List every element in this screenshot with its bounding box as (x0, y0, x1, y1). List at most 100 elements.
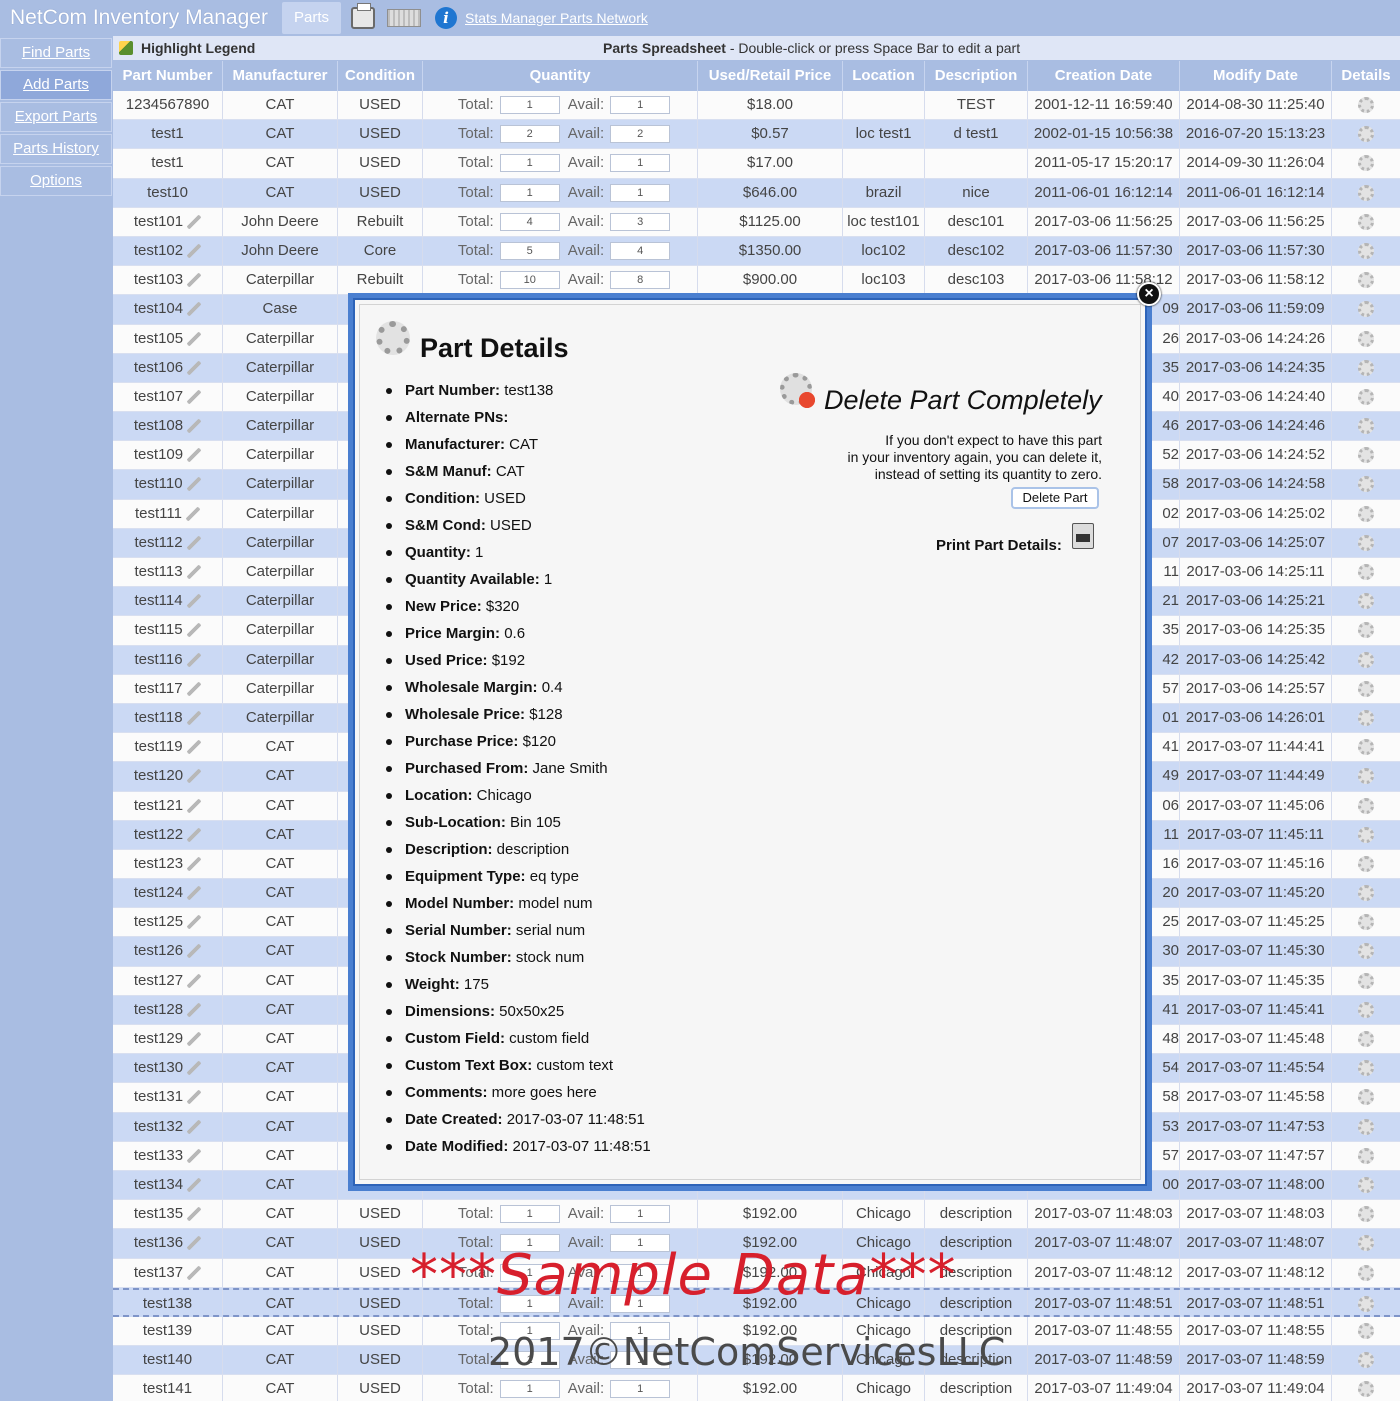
link-icon[interactable] (186, 710, 201, 725)
part-number-cell[interactable]: test106 (113, 353, 223, 382)
gear-icon[interactable] (1358, 943, 1374, 960)
gear-icon[interactable] (1358, 1295, 1374, 1312)
gear-icon[interactable] (1358, 680, 1374, 697)
link-icon[interactable] (187, 448, 202, 463)
details-cell[interactable] (1332, 675, 1400, 703)
link-icon[interactable] (187, 243, 202, 258)
details-cell[interactable] (1332, 879, 1400, 907)
part-number-cell[interactable]: test104 (113, 295, 223, 324)
part-number-cell[interactable]: test117 (113, 674, 223, 703)
column-header[interactable]: Quantity (423, 61, 698, 91)
part-number-cell[interactable]: test141 (113, 1375, 223, 1401)
gear-icon[interactable] (1358, 242, 1374, 259)
part-number-cell[interactable]: test112 (113, 528, 223, 557)
gear-icon[interactable] (1358, 739, 1374, 756)
link-icon[interactable] (187, 856, 202, 871)
details-cell[interactable] (1332, 441, 1400, 469)
gear-icon[interactable] (1358, 972, 1374, 989)
column-header[interactable]: Details (1332, 61, 1400, 91)
link-icon[interactable] (186, 477, 201, 492)
gear-icon[interactable] (1358, 505, 1374, 522)
part-number-cell[interactable]: test139 (113, 1316, 223, 1346)
details-cell[interactable] (1332, 266, 1400, 294)
link-icon[interactable] (187, 389, 202, 404)
gear-icon[interactable] (1358, 359, 1374, 376)
tab-parts[interactable]: Parts (282, 2, 342, 34)
link-icon[interactable] (187, 798, 202, 813)
details-cell[interactable] (1332, 295, 1400, 323)
part-number-cell[interactable]: test103 (113, 266, 223, 295)
part-number-cell[interactable]: test1 (113, 120, 223, 149)
details-cell[interactable] (1332, 587, 1400, 615)
part-number-cell[interactable]: test129 (113, 1025, 223, 1054)
details-cell[interactable] (1332, 354, 1400, 382)
details-cell[interactable] (1332, 1200, 1400, 1228)
link-icon[interactable] (186, 740, 201, 755)
details-cell[interactable] (1332, 704, 1400, 732)
part-number-cell[interactable]: test130 (113, 1054, 223, 1083)
gear-icon[interactable] (1358, 768, 1374, 785)
column-header[interactable]: Condition (338, 61, 423, 91)
available-quantity-input[interactable]: 8 (610, 271, 671, 290)
sidebar-item-add-parts[interactable]: Add Parts (0, 70, 112, 100)
column-header[interactable]: Part Number (113, 61, 223, 91)
gear-icon[interactable] (1358, 213, 1374, 230)
stats-manager-link[interactable]: Stats Manager Parts Network (465, 10, 648, 26)
part-number-cell[interactable]: test1 (113, 149, 223, 178)
part-number-cell[interactable]: test109 (113, 441, 223, 470)
details-cell[interactable] (1332, 91, 1400, 119)
details-cell[interactable] (1332, 1259, 1400, 1287)
link-icon[interactable] (187, 915, 202, 930)
details-cell[interactable] (1332, 237, 1400, 265)
link-icon[interactable] (187, 1177, 202, 1192)
link-icon[interactable] (187, 1119, 202, 1134)
gear-icon[interactable] (1358, 301, 1374, 318)
link-icon[interactable] (187, 886, 202, 901)
table-row[interactable]: test101 John Deere Rebuilt Total: 4 Avail: 3 $1… (113, 207, 1400, 237)
link-icon[interactable] (187, 1148, 202, 1163)
part-number-cell[interactable]: test116 (113, 645, 223, 674)
part-number-cell[interactable]: test122 (113, 820, 223, 849)
details-cell[interactable] (1332, 1229, 1400, 1257)
part-number-cell[interactable]: test113 (113, 558, 223, 587)
total-quantity-input[interactable]: 10 (499, 271, 560, 290)
details-cell[interactable] (1332, 120, 1400, 148)
part-number-cell[interactable]: test126 (113, 937, 223, 966)
details-cell[interactable] (1332, 1142, 1400, 1170)
details-cell[interactable] (1332, 967, 1400, 995)
gear-icon[interactable] (1358, 534, 1374, 551)
details-cell[interactable] (1332, 383, 1400, 411)
link-icon[interactable] (186, 681, 201, 696)
part-number-cell[interactable]: test121 (113, 791, 223, 820)
gear-icon[interactable] (1358, 155, 1374, 172)
link-icon[interactable] (187, 1236, 202, 1251)
details-cell[interactable] (1332, 1113, 1400, 1141)
gear-icon[interactable] (1358, 418, 1374, 435)
available-quantity-input[interactable]: 1 (610, 154, 671, 173)
link-icon[interactable] (187, 1207, 202, 1222)
keyboard-icon[interactable] (387, 9, 422, 27)
available-quantity-input[interactable]: 3 (610, 212, 671, 231)
details-cell[interactable] (1332, 1171, 1400, 1199)
link-icon[interactable] (186, 594, 201, 609)
gear-icon[interactable] (1358, 272, 1374, 289)
part-number-cell[interactable]: test134 (113, 1170, 223, 1200)
total-quantity-input[interactable]: 1 (499, 1380, 560, 1399)
link-icon[interactable] (187, 1032, 202, 1047)
part-number-cell[interactable]: test120 (113, 762, 223, 791)
link-icon[interactable] (187, 944, 202, 959)
gear-icon[interactable] (1358, 388, 1374, 405)
column-header[interactable]: Manufacturer (223, 61, 338, 91)
total-quantity-input[interactable]: 1 (499, 96, 560, 114)
sidebar-item-parts-history[interactable]: Parts History (0, 134, 112, 164)
gear-icon[interactable] (1358, 797, 1374, 814)
print-icon[interactable] (1072, 523, 1094, 549)
part-number-cell[interactable]: test10 (113, 178, 223, 207)
highlight-legend-label[interactable]: Highlight Legend (141, 40, 255, 56)
sidebar-item-find-parts[interactable]: Find Parts (0, 38, 112, 68)
link-icon[interactable] (187, 302, 202, 317)
link-icon[interactable] (187, 1090, 202, 1105)
gear-icon[interactable] (1358, 97, 1374, 114)
link-icon[interactable] (187, 1002, 202, 1017)
column-header[interactable]: Location (843, 61, 925, 91)
